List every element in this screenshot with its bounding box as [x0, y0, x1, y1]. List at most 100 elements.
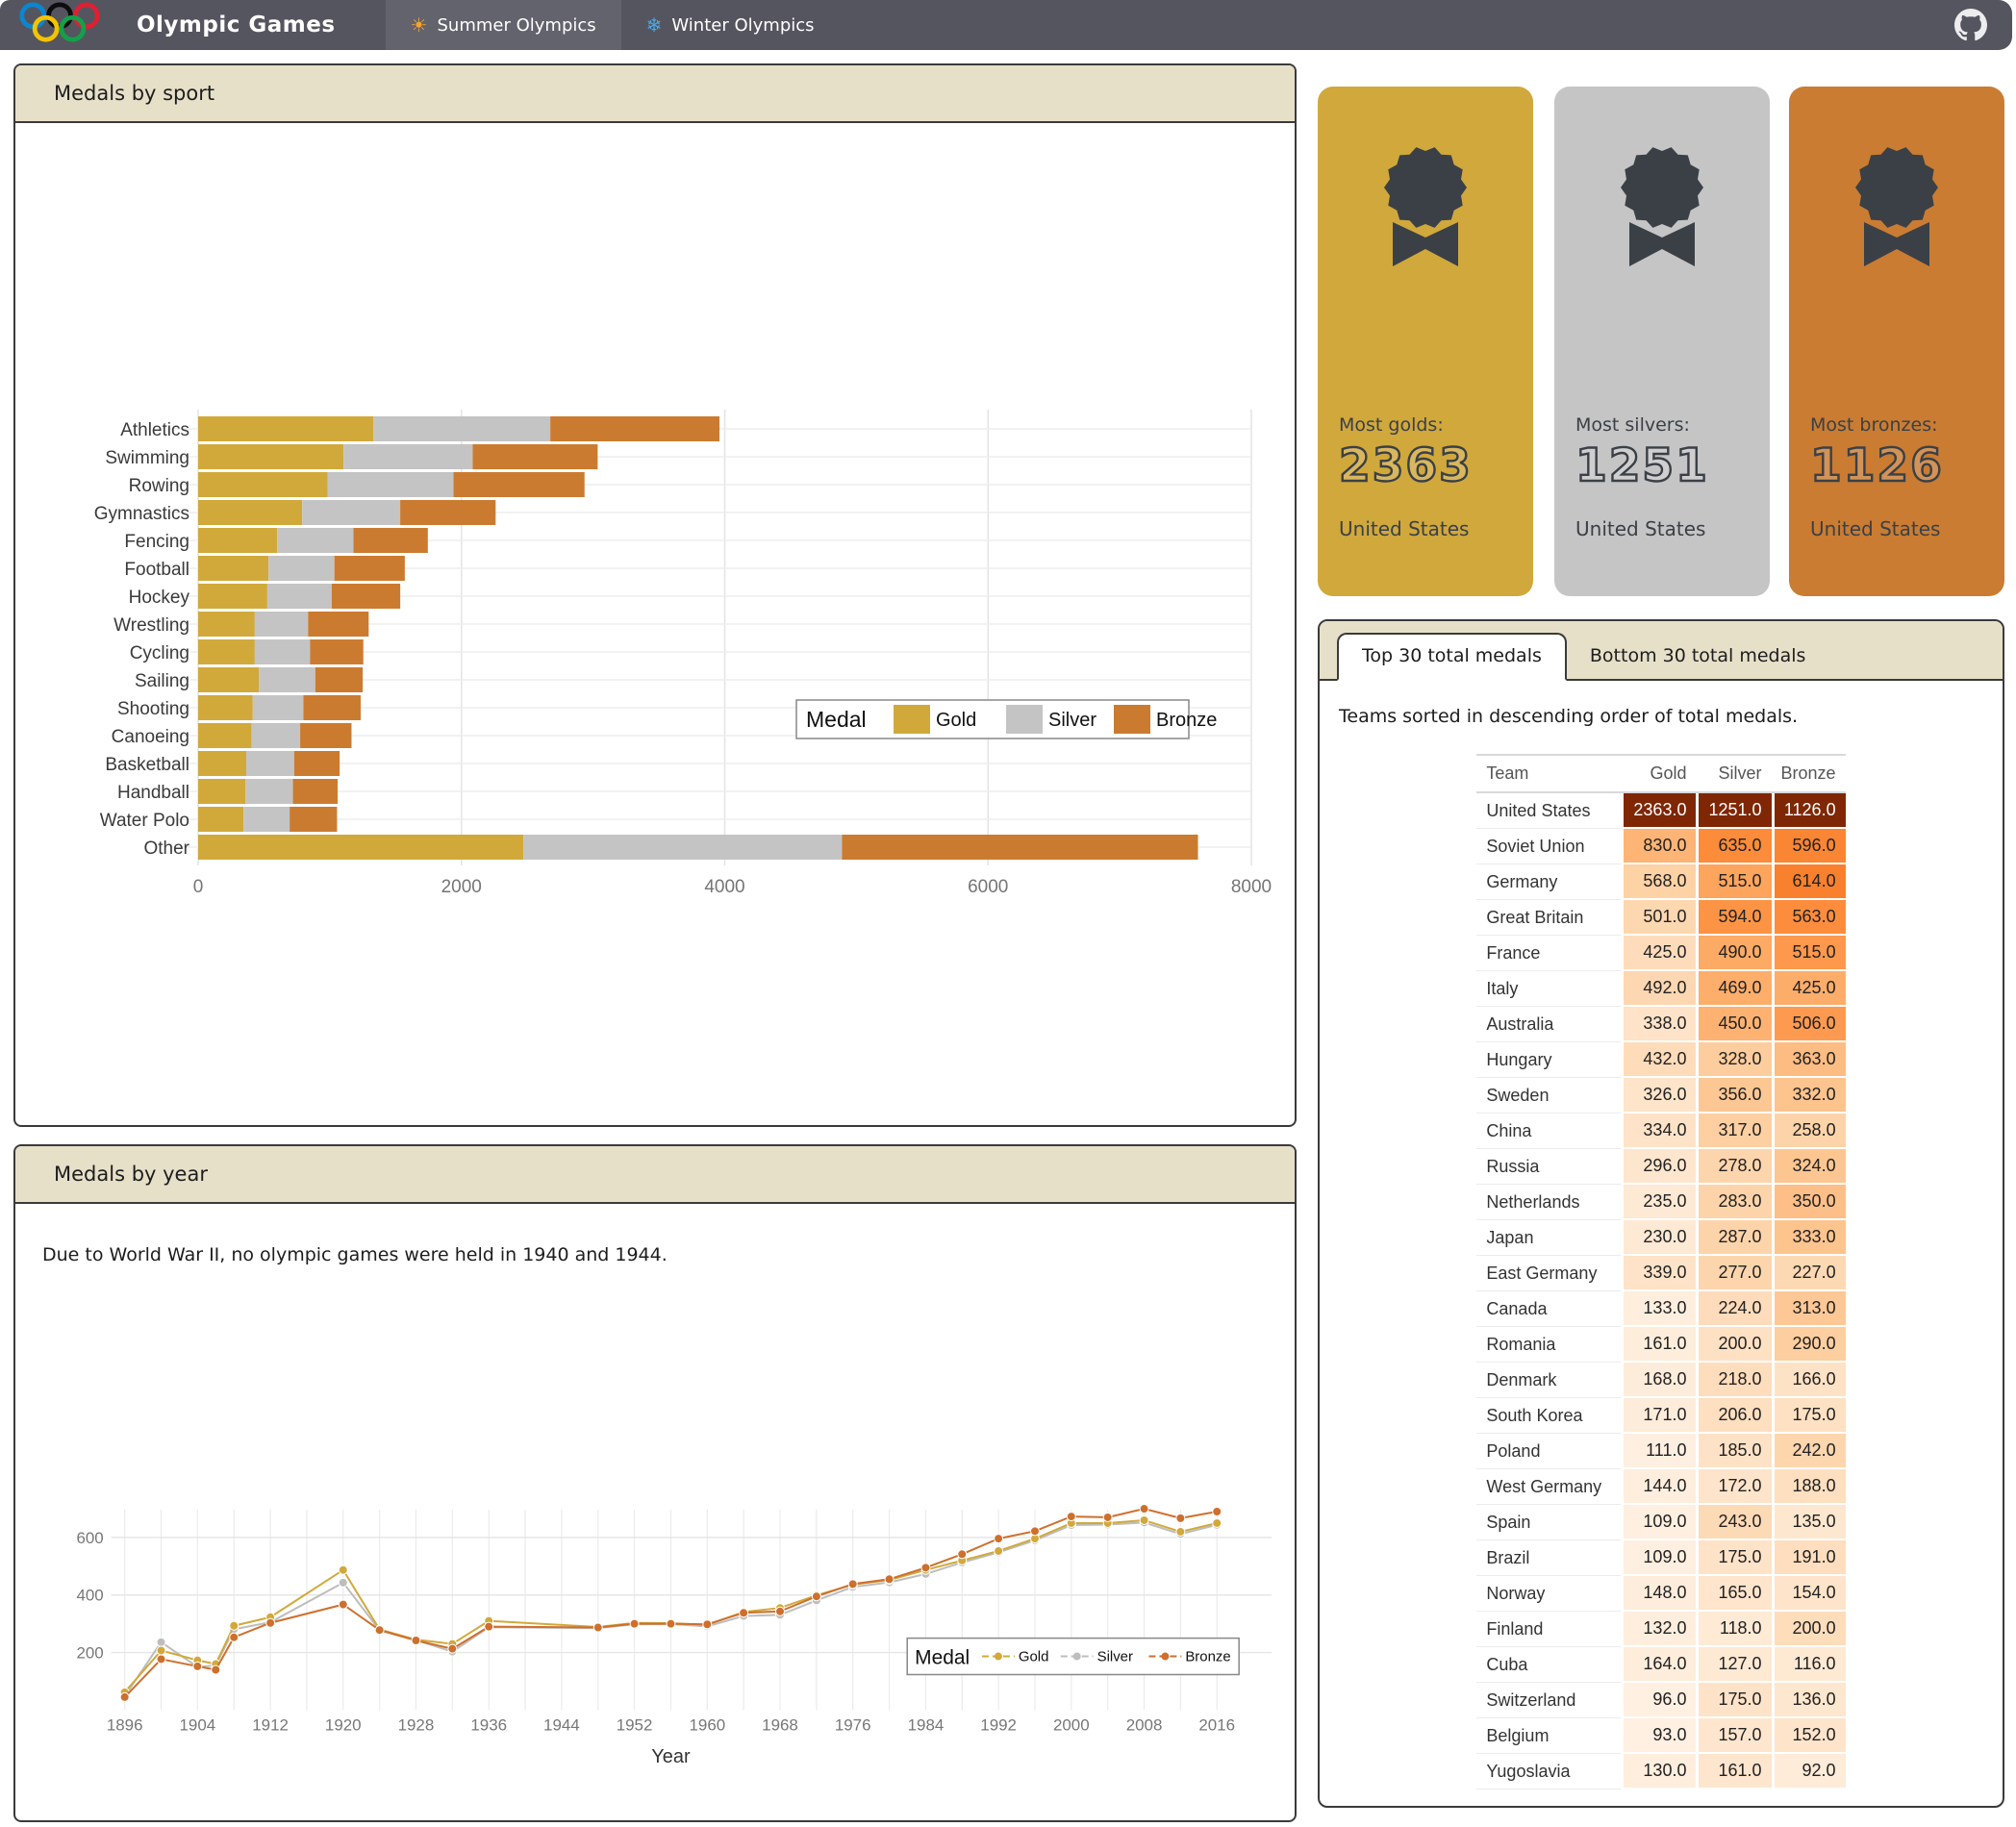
line-point[interactable] [593, 1623, 602, 1632]
bar-segment[interactable] [332, 584, 400, 609]
line-point[interactable] [995, 1546, 1003, 1555]
line-point[interactable] [157, 1638, 165, 1646]
bar-segment[interactable] [335, 556, 405, 581]
bar-segment[interactable] [290, 807, 337, 832]
github-icon[interactable] [1954, 9, 1987, 41]
bar-segment[interactable] [198, 444, 343, 469]
line-point[interactable] [630, 1619, 639, 1628]
line-point[interactable] [885, 1575, 894, 1584]
medal-count-cell: 109.0 [1621, 1505, 1696, 1540]
bar-segment[interactable] [268, 556, 334, 581]
line-point[interactable] [921, 1564, 930, 1572]
line-point[interactable] [848, 1580, 857, 1589]
bar-segment[interactable] [198, 807, 243, 832]
bar-segment[interactable] [550, 416, 719, 441]
line-point[interactable] [266, 1618, 275, 1627]
bar-segment[interactable] [302, 500, 400, 525]
line-point[interactable] [230, 1633, 239, 1641]
line-point[interactable] [958, 1550, 967, 1559]
bar-segment[interactable] [304, 695, 362, 720]
line-point[interactable] [448, 1644, 457, 1653]
line-point[interactable] [1103, 1513, 1112, 1521]
bar-segment[interactable] [253, 695, 304, 720]
bar-segment[interactable] [294, 751, 340, 776]
medal-count-cell: 469.0 [1696, 971, 1771, 1007]
bar-segment[interactable] [198, 779, 245, 804]
line-point[interactable] [740, 1609, 748, 1617]
bar-segment[interactable] [198, 723, 251, 748]
medal-count-cell: 130.0 [1621, 1754, 1696, 1789]
line-point[interactable] [120, 1692, 129, 1701]
line-point[interactable] [230, 1621, 239, 1630]
bar-segment[interactable] [198, 556, 268, 581]
team-cell: Denmark [1476, 1363, 1621, 1398]
bar-segment[interactable] [308, 612, 368, 637]
bar-segment[interactable] [373, 416, 550, 441]
line-point[interactable] [485, 1622, 493, 1631]
bar-segment[interactable] [454, 472, 585, 497]
bar-segment[interactable] [277, 528, 353, 553]
line-point[interactable] [339, 1578, 347, 1587]
line-point[interactable] [157, 1655, 165, 1664]
medal-count-cell: 350.0 [1772, 1185, 1846, 1220]
bar-segment[interactable] [245, 779, 292, 804]
line-point[interactable] [776, 1607, 785, 1615]
tab-summer-olympics[interactable]: ☀ Summer Olympics [386, 0, 621, 50]
bar-segment[interactable] [472, 444, 597, 469]
line-point[interactable] [1140, 1505, 1148, 1514]
bar-segment[interactable] [198, 639, 255, 664]
line-point[interactable] [1067, 1513, 1075, 1521]
bar-segment[interactable] [343, 444, 472, 469]
line-point[interactable] [375, 1626, 384, 1635]
bar-segment[interactable] [198, 612, 255, 637]
bar-segment[interactable] [198, 835, 523, 860]
legend-entry[interactable]: Gold [894, 705, 976, 734]
line-point[interactable] [812, 1592, 820, 1601]
bar-segment[interactable] [198, 472, 328, 497]
line-point[interactable] [995, 1535, 1003, 1543]
tab-winter-olympics[interactable]: ❄ Winter Olympics [621, 0, 840, 50]
bar-segment[interactable] [842, 835, 1197, 860]
line-point[interactable] [339, 1565, 347, 1574]
line-point[interactable] [1176, 1514, 1185, 1522]
line-point[interactable] [703, 1620, 712, 1629]
line-point[interactable] [1031, 1527, 1040, 1536]
line-point[interactable] [667, 1619, 675, 1628]
bar-segment[interactable] [198, 751, 246, 776]
legend-entry[interactable]: Bronze [1114, 705, 1217, 734]
bar-segment[interactable] [255, 639, 311, 664]
bar-segment[interactable] [198, 584, 267, 609]
bar-segment[interactable] [293, 779, 339, 804]
bar-segment[interactable] [328, 472, 454, 497]
line-point[interactable] [412, 1637, 420, 1645]
table-row: Brazil109.0175.0191.0 [1476, 1540, 1845, 1576]
bar-segment[interactable] [243, 807, 290, 832]
line-point[interactable] [339, 1600, 347, 1609]
bar-segment[interactable] [246, 751, 294, 776]
bar-segment[interactable] [198, 500, 302, 525]
bar-segment[interactable] [198, 416, 373, 441]
bar-segment[interactable] [315, 667, 363, 692]
bar-segment[interactable] [198, 695, 253, 720]
line-point[interactable] [157, 1646, 165, 1655]
tab-top-30-total-medals[interactable]: Top 30 total medals [1337, 633, 1567, 681]
bar-segment[interactable] [523, 835, 842, 860]
bar-segment[interactable] [310, 639, 363, 664]
line-point[interactable] [1140, 1515, 1148, 1524]
line-point[interactable] [1213, 1508, 1222, 1516]
line-point[interactable] [1213, 1518, 1222, 1527]
bar-segment[interactable] [259, 667, 315, 692]
bar-segment[interactable] [300, 723, 351, 748]
bar-segment[interactable] [198, 528, 277, 553]
bar-segment[interactable] [251, 723, 300, 748]
line-point[interactable] [1176, 1527, 1185, 1536]
legend-entry[interactable]: Silver [1006, 705, 1096, 734]
bar-segment[interactable] [198, 667, 259, 692]
bar-segment[interactable] [255, 612, 308, 637]
tab-bottom-30-total-medals[interactable]: Bottom 30 total medals [1567, 635, 1829, 679]
bar-segment[interactable] [267, 584, 332, 609]
line-point[interactable] [212, 1665, 220, 1674]
bar-segment[interactable] [354, 528, 428, 553]
bar-segment[interactable] [400, 500, 495, 525]
line-point[interactable] [193, 1662, 202, 1670]
